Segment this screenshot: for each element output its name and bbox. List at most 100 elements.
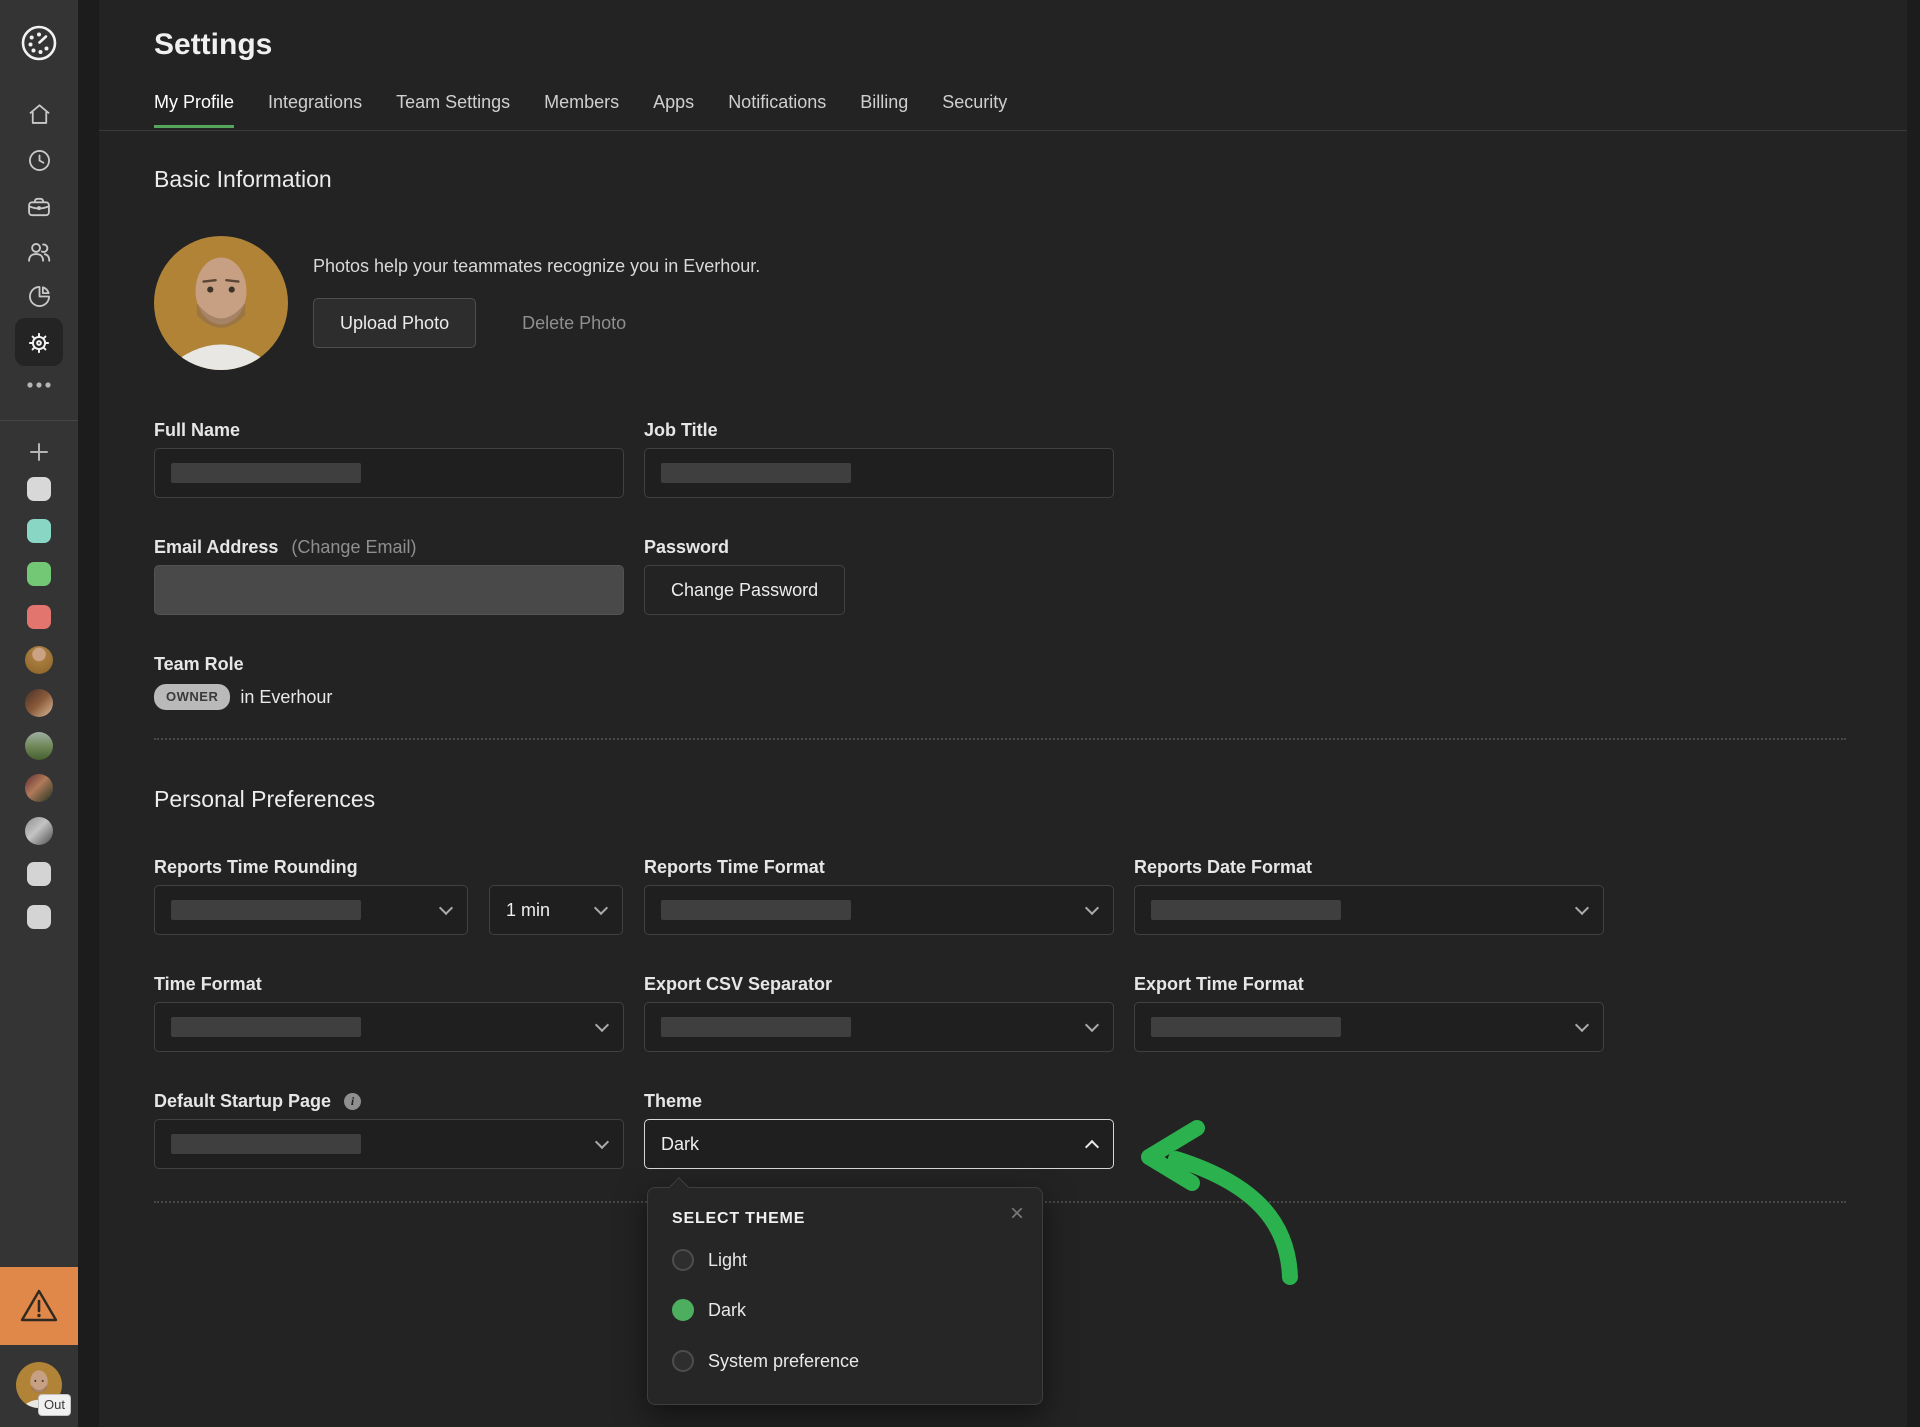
change-password-button[interactable]: Change Password (644, 565, 845, 615)
briefcase-icon[interactable] (0, 193, 78, 221)
sidebar-divider (0, 420, 78, 421)
tab-notifications[interactable]: Notifications (728, 92, 826, 128)
teammate-avatar[interactable] (0, 817, 78, 845)
theme-option-dark[interactable]: Dark (672, 1299, 746, 1321)
theme-select[interactable]: Dark (644, 1119, 1114, 1169)
settings-tabs: My Profile Integrations Team Settings Me… (154, 92, 1041, 128)
tab-members[interactable]: Members (544, 92, 619, 128)
project-swatch[interactable] (0, 862, 78, 886)
reports-time-format-select[interactable] (644, 885, 1114, 935)
chevron-down-icon (1085, 901, 1099, 915)
export-csv-separator-select[interactable] (644, 1002, 1114, 1052)
default-startup-page-select[interactable] (154, 1119, 624, 1169)
more-options-icon[interactable] (0, 380, 78, 390)
page-title: Settings (154, 28, 272, 62)
pie-chart-icon[interactable] (0, 283, 78, 310)
chevron-down-icon (1575, 1018, 1589, 1032)
chevron-down-icon (595, 1018, 609, 1032)
chevron-down-icon (1085, 1018, 1099, 1032)
time-format-label: Time Format (154, 974, 262, 995)
clock-icon[interactable] (0, 147, 78, 174)
time-format-select[interactable] (154, 1002, 624, 1052)
photo-hint-text: Photos help your teammates recognize you… (313, 256, 760, 277)
tab-security[interactable]: Security (942, 92, 1007, 128)
settings-gear-icon[interactable] (0, 329, 78, 357)
project-swatch[interactable] (0, 562, 78, 586)
info-icon[interactable]: i (344, 1093, 361, 1110)
tab-team-settings[interactable]: Team Settings (396, 92, 510, 128)
home-icon[interactable] (0, 101, 78, 128)
sidebar (0, 0, 78, 1427)
redacted-value (171, 900, 361, 920)
chevron-down-icon (595, 1135, 609, 1149)
chevron-down-icon (1575, 901, 1589, 915)
delete-photo-link[interactable]: Delete Photo (522, 313, 626, 334)
close-icon[interactable]: × (1010, 1202, 1024, 1226)
settings-page: Settings My Profile Integrations Team Se… (99, 0, 1907, 1427)
teammate-avatar[interactable] (0, 646, 78, 674)
rounding-interval-select[interactable]: 1 min (489, 885, 623, 935)
export-csv-separator-label: Export CSV Separator (644, 974, 832, 995)
default-startup-page-label: Default Startup Page i (154, 1091, 361, 1112)
add-project-button[interactable] (0, 441, 78, 463)
theme-label: Theme (644, 1091, 702, 1112)
warning-tile[interactable] (0, 1267, 78, 1345)
redacted-value (1151, 900, 1341, 920)
tab-billing[interactable]: Billing (860, 92, 908, 128)
tab-integrations[interactable]: Integrations (268, 92, 362, 128)
everhour-logo-icon[interactable] (0, 22, 78, 64)
tab-apps[interactable]: Apps (653, 92, 694, 128)
owner-badge: OWNER (154, 684, 230, 710)
project-swatch[interactable] (0, 477, 78, 501)
job-title-label: Job Title (644, 420, 718, 441)
redacted-value (661, 900, 851, 920)
teammate-avatar[interactable] (0, 774, 78, 802)
profile-photo[interactable] (154, 236, 288, 370)
members-icon[interactable] (0, 238, 78, 266)
popup-title: SELECT THEME (672, 1210, 805, 1228)
reports-date-format-label: Reports Date Format (1134, 857, 1312, 878)
full-name-input[interactable] (154, 448, 624, 498)
select-theme-popup: SELECT THEME × Light Dark System prefere… (647, 1187, 1043, 1405)
redacted-value (171, 1134, 361, 1154)
warning-triangle-icon (19, 1287, 59, 1325)
job-title-input[interactable] (644, 448, 1114, 498)
popup-caret (669, 1177, 689, 1197)
teammate-avatar[interactable] (0, 689, 78, 717)
email-input[interactable] (154, 565, 624, 615)
reports-time-rounding-select[interactable] (154, 885, 468, 935)
role-team-text: in Everhour (240, 687, 332, 708)
team-role-label: Team Role (154, 654, 244, 675)
redacted-value (661, 463, 851, 483)
personal-preferences-heading: Personal Preferences (154, 786, 375, 813)
redacted-value (171, 1017, 361, 1037)
radio-unchecked-icon (672, 1350, 694, 1372)
upload-photo-button[interactable]: Upload Photo (313, 298, 476, 348)
status-badge: Out (38, 1394, 71, 1416)
theme-option-system[interactable]: System preference (672, 1350, 859, 1372)
export-time-format-label: Export Time Format (1134, 974, 1304, 995)
project-swatch[interactable] (0, 905, 78, 929)
theme-option-light[interactable]: Light (672, 1249, 747, 1271)
full-name-label: Full Name (154, 420, 240, 441)
redacted-value (661, 1017, 851, 1037)
export-time-format-select[interactable] (1134, 1002, 1604, 1052)
reports-time-format-label: Reports Time Format (644, 857, 825, 878)
project-swatch[interactable] (0, 605, 78, 629)
chevron-down-icon (439, 901, 453, 915)
chevron-down-icon (594, 901, 608, 915)
radio-checked-icon (672, 1299, 694, 1321)
basic-information-heading: Basic Information (154, 166, 332, 193)
reports-date-format-select[interactable] (1134, 885, 1604, 935)
radio-unchecked-icon (672, 1249, 694, 1271)
project-swatch[interactable] (0, 519, 78, 543)
redacted-value (171, 463, 361, 483)
email-address-label: Email Address (Change Email) (154, 537, 416, 558)
tab-my-profile[interactable]: My Profile (154, 92, 234, 128)
chevron-up-icon (1085, 1140, 1099, 1154)
redacted-value (1151, 1017, 1341, 1037)
change-email-link[interactable]: (Change Email) (291, 537, 416, 557)
password-label: Password (644, 537, 729, 558)
teammate-avatar[interactable] (0, 732, 78, 760)
section-divider (154, 738, 1846, 740)
